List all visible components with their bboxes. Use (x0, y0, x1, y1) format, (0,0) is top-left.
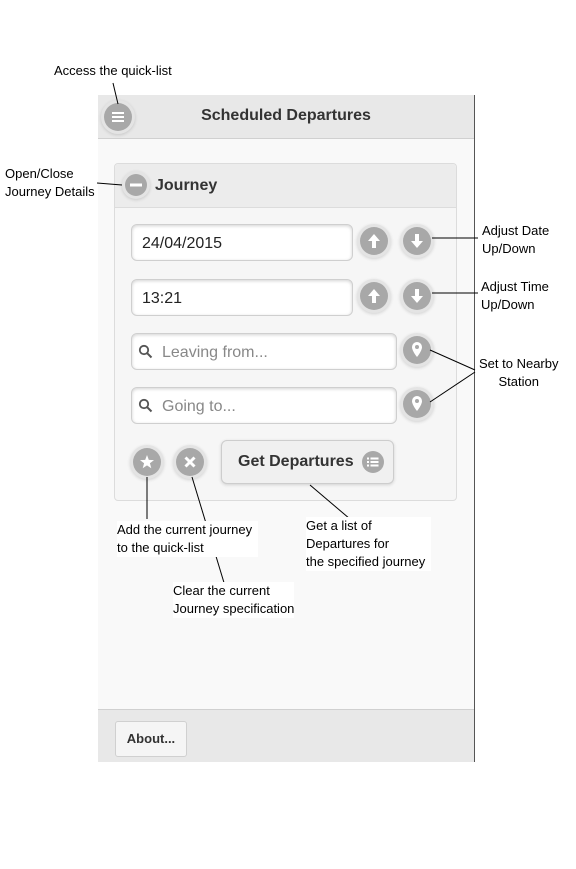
annotation-line: the specified journey (306, 554, 426, 569)
annotation-line: Clear the current (173, 583, 270, 598)
annotation-clear: Clear the current Journey specification (173, 582, 295, 618)
annotation-line: Journey specification (173, 601, 295, 616)
annotation-open-close: Open/Close Journey Details (5, 165, 95, 201)
annotation-line: Adjust Time (481, 279, 549, 294)
annotation-nearby: Set to Nearby Station (479, 355, 559, 391)
annotation-line: Up/Down (482, 241, 536, 256)
annotation-line: Get a list of (306, 518, 372, 533)
annotation-line: Set to Nearby (479, 356, 559, 371)
annotation-add-quicklist: Add the current journey to the quick-lis… (117, 521, 259, 557)
annotation-lines (96, 82, 478, 587)
annotation-line: Up/Down (481, 297, 535, 312)
annotation-get-list: Get a list of Departures for the specifi… (306, 517, 432, 571)
annotation-adjust-time: Adjust Time Up/Down (481, 278, 549, 314)
annotation-quicklist-text: Access the quick-list (54, 63, 172, 78)
annotation-line: Departures for (306, 536, 390, 551)
annotation-line: Adjust Date (482, 223, 550, 238)
annotation-line: to the quick-list (117, 540, 204, 555)
annotation-quicklist: Access the quick-list (54, 62, 172, 80)
annotation-line: Add the current journey (117, 522, 253, 537)
annotation-adjust-date: Adjust Date Up/Down (482, 222, 550, 258)
annotation-line: Journey Details (5, 184, 95, 199)
annotation-line: Open/Close (5, 166, 74, 181)
annotation-line: Station (498, 374, 539, 389)
